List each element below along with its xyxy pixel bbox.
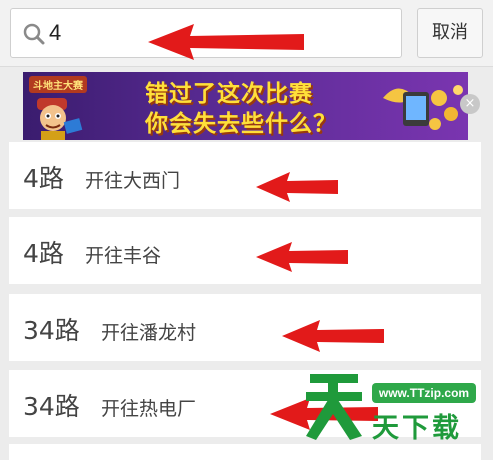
route-number: 4路 [23,239,64,268]
route-destination: 开往潘龙村 [101,322,197,344]
route-destination: 开往热电厂 [101,398,197,420]
route-number: 34路 [23,316,80,345]
coins-icon [383,85,463,130]
route-item[interactable]: 4路 开往丰谷 [9,217,481,284]
mascot-icon [37,98,83,140]
watermark-text: 天下载 [372,413,462,444]
annotation-arrow-icon [148,24,304,60]
ad-banner[interactable]: 斗地主大赛 错过了这次比赛 你会失去些什么？ [23,72,468,140]
annotation-arrow-icon [256,242,348,272]
annotation-arrow-icon [282,320,384,352]
banner-subline: 你会失去些什么？ [145,110,337,136]
route-number: 4路 [23,164,64,193]
search-value: 4 [49,20,62,45]
banner-close-icon[interactable]: × [460,94,480,114]
annotation-arrow-icon [256,172,338,202]
search-icon [23,23,45,45]
watermark-url: www.TTzip.com [372,383,476,403]
next-route-item[interactable] [9,444,481,460]
route-item[interactable]: 34路 开往潘龙村 [9,294,481,361]
banner-headline: 错过了这次比赛 [145,80,313,106]
route-destination: 开往大西门 [85,170,181,192]
cancel-button[interactable]: 取消 [417,8,483,58]
route-destination: 开往丰谷 [85,245,162,267]
route-number: 34路 [23,392,80,421]
route-item[interactable]: 4路 开往大西门 [9,142,481,209]
